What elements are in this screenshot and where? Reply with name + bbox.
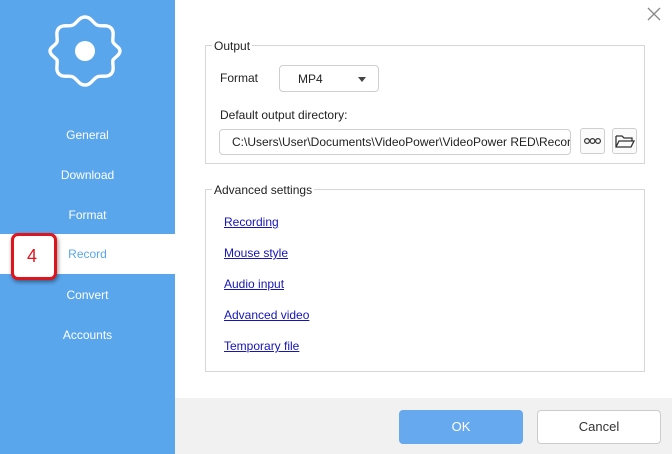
settings-gear-icon xyxy=(48,15,122,87)
link-advanced-video[interactable]: Advanced video xyxy=(224,308,309,322)
link-recording[interactable]: Recording xyxy=(224,215,279,229)
sidebar-item-general[interactable]: General xyxy=(0,115,175,155)
advanced-settings-title: Advanced settings xyxy=(212,183,315,197)
sidebar-item-accounts[interactable]: Accounts xyxy=(0,315,175,355)
step-number-badge: 4 xyxy=(11,233,57,280)
open-folder-button[interactable] xyxy=(612,128,637,154)
settings-sidebar: General Download Format Record Convert A… xyxy=(0,0,175,454)
format-select[interactable]: MP4 xyxy=(279,65,379,92)
browse-options-button[interactable] xyxy=(580,128,605,154)
link-temporary-file[interactable]: Temporary file xyxy=(224,339,299,353)
close-icon[interactable] xyxy=(646,6,662,22)
cancel-button[interactable]: Cancel xyxy=(537,410,661,444)
folder-icon xyxy=(615,135,636,148)
output-directory-label: Default output directory: xyxy=(220,108,348,122)
output-group-title: Output xyxy=(212,39,253,53)
sidebar-item-format[interactable]: Format xyxy=(0,195,175,235)
more-options-icon xyxy=(583,138,602,145)
link-audio-input[interactable]: Audio input xyxy=(224,277,284,291)
format-select-value: MP4 xyxy=(298,72,323,86)
link-mouse-style[interactable]: Mouse style xyxy=(224,246,288,260)
chevron-down-icon xyxy=(358,77,366,82)
ok-button[interactable]: OK xyxy=(399,410,523,444)
format-label: Format xyxy=(220,71,259,85)
output-directory-input[interactable] xyxy=(219,129,571,155)
sidebar-item-convert[interactable]: Convert xyxy=(0,275,175,315)
sidebar-item-download[interactable]: Download xyxy=(0,155,175,195)
